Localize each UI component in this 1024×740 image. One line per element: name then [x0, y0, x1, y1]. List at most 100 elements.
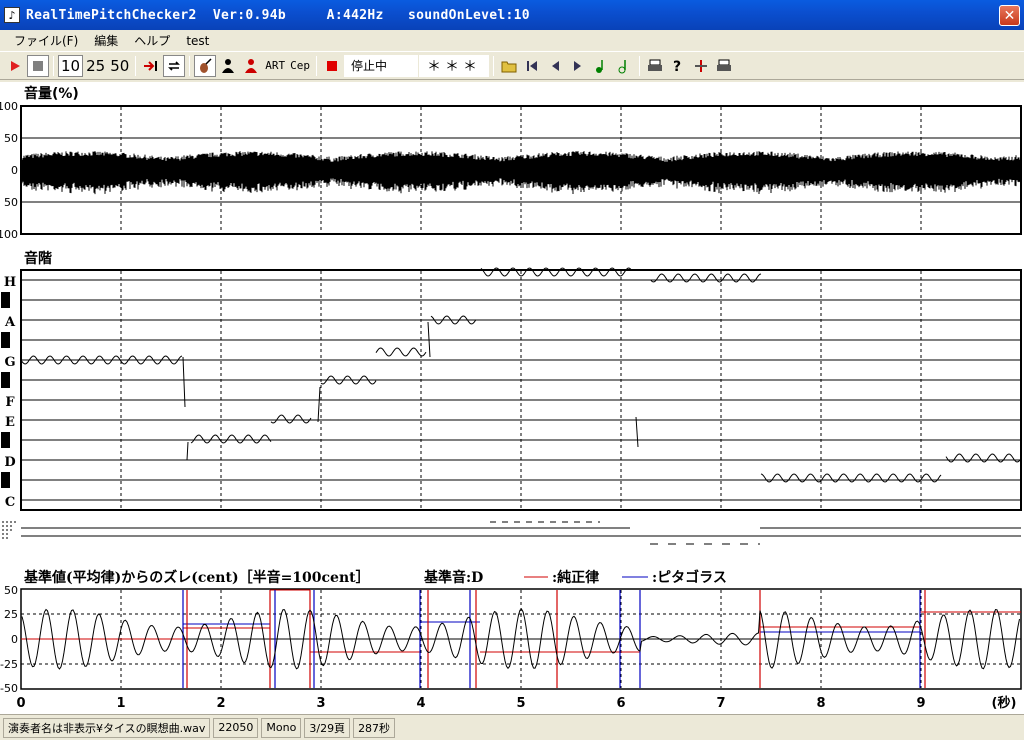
legend-pyth-label: :ピタゴラス — [652, 569, 727, 586]
play-icon — [11, 60, 20, 71]
zoom-50-button[interactable]: 50 — [108, 55, 131, 77]
toolbar-separator — [53, 55, 54, 76]
cep-button[interactable]: Cep — [288, 55, 312, 77]
time-tick: 6 — [616, 696, 625, 711]
status-page: 3/29頁 — [304, 717, 351, 738]
status-field: 停止中 — [344, 54, 419, 77]
menu-file[interactable]: ファイル(F) — [6, 32, 86, 49]
play-button[interactable] — [4, 55, 26, 77]
onset-strip — [0, 512, 1024, 558]
toolbar-separator — [639, 55, 641, 76]
volume-y-labels: 100 50 0 50 100 — [0, 100, 18, 241]
time-tick: 5 — [516, 696, 525, 711]
open-folder-button[interactable] — [498, 55, 520, 77]
scale-plot-frame — [20, 269, 1022, 511]
stop-button[interactable] — [27, 54, 49, 77]
violin-button[interactable] — [194, 54, 217, 77]
volume-y-tick: 50 — [4, 196, 18, 209]
scale-title: 音階 — [24, 250, 52, 267]
time-tick: 2 — [216, 696, 225, 711]
note-label-g: G — [4, 355, 15, 370]
graph-canvas: 音量(%) 100 50 0 50 100 音階 H A G F E D C 基… — [0, 85, 1024, 711]
note-label-h: H — [4, 275, 16, 290]
stop-icon — [33, 60, 43, 71]
deviation-y-tick: 0 — [11, 633, 18, 646]
volume-y-tick: 100 — [0, 100, 18, 113]
volume-title: 音量(%) — [24, 85, 79, 102]
menu-test[interactable]: test — [178, 34, 217, 48]
art-button[interactable]: ART — [263, 55, 287, 77]
music-note-outline-icon — [618, 59, 626, 73]
record-stop-icon — [327, 60, 338, 71]
toolbar-separator — [189, 55, 191, 76]
time-tick: 3 — [316, 696, 325, 711]
black-key — [1, 292, 10, 308]
zoom-25-button[interactable]: 25 — [84, 55, 107, 77]
person-red-button[interactable] — [240, 55, 262, 77]
marker-icon — [695, 59, 708, 72]
status-sample-rate: 22050 — [213, 717, 259, 738]
menu-help[interactable]: ヘルプ — [126, 32, 178, 49]
toolbar-separator — [493, 55, 495, 76]
printer-icon — [648, 59, 663, 71]
status-filename: 演奏者名は非表示¥タイスの瞑想曲.wav — [3, 717, 211, 738]
title-bar: ♪ RealTimePitchChecker2 Ver:0.94b A:442H… — [0, 0, 1024, 30]
deviation-y-tick: 50 — [4, 584, 18, 597]
deviation-y-tick: -50 — [0, 682, 18, 695]
jump-end-button[interactable] — [140, 55, 162, 77]
base-note-label: 基準音:D — [424, 569, 483, 586]
window-title: RealTimePitchChecker2 Ver:0.94b A:442Hz … — [26, 7, 530, 23]
note-label-a: A — [4, 315, 16, 330]
app-icon[interactable]: ♪ — [4, 7, 20, 23]
loop-icon — [168, 60, 181, 71]
status-seconds: 287秒 — [353, 717, 396, 738]
zoom-10-button[interactable]: 10 — [58, 54, 84, 77]
first-button[interactable] — [521, 55, 543, 77]
prev-icon — [552, 60, 560, 71]
time-axis: 0 1 2 3 4 5 6 7 8 9 (秒) — [16, 695, 1016, 711]
person-black-button[interactable] — [217, 55, 239, 77]
note-green-button[interactable] — [590, 55, 612, 77]
help-button[interactable]: ? — [667, 55, 689, 77]
record-button[interactable] — [321, 55, 343, 77]
time-unit: (秒) — [992, 695, 1017, 711]
note-outline-button[interactable] — [613, 55, 635, 77]
loop-button[interactable] — [163, 54, 186, 77]
time-tick: 4 — [416, 696, 425, 711]
status-bar: 演奏者名は非表示¥タイスの瞑想曲.wav 22050 Mono 3/29頁 28… — [0, 714, 1024, 740]
status-channel: Mono — [261, 717, 302, 738]
time-tick: 0 — [16, 696, 25, 711]
marker-button[interactable] — [690, 55, 712, 77]
black-key — [1, 432, 10, 448]
close-icon: ✕ — [1003, 7, 1016, 24]
print2-button[interactable] — [713, 55, 735, 77]
folder-icon — [501, 61, 517, 72]
black-key — [1, 332, 10, 348]
skip-start-icon — [527, 60, 538, 71]
deviation-y-tick: 25 — [4, 608, 18, 621]
person-icon — [222, 58, 235, 73]
volume-y-tick: 0 — [11, 164, 18, 177]
toolbar: 10 25 50 ART Cep 停止中 ＊＊＊ ? — [0, 52, 1024, 80]
music-note-icon — [596, 59, 603, 73]
close-button[interactable]: ✕ — [999, 5, 1020, 26]
time-tick: 1 — [116, 696, 125, 711]
menu-edit[interactable]: 編集 — [86, 32, 126, 49]
next-button[interactable] — [567, 55, 589, 77]
volume-y-tick: 100 — [0, 228, 18, 241]
print-button[interactable] — [644, 55, 666, 77]
toolbar-separator — [135, 55, 137, 76]
legend-just-label: :純正律 — [552, 569, 599, 586]
question-icon: ? — [673, 59, 681, 74]
note-label-e: E — [5, 415, 15, 430]
time-tick: 8 — [816, 696, 825, 711]
violin-icon — [200, 57, 212, 73]
note-label-c: C — [5, 495, 15, 510]
deviation-y-tick: -25 — [0, 658, 18, 671]
person-red-icon — [245, 58, 258, 73]
prev-button[interactable] — [544, 55, 566, 77]
note-label-d: D — [4, 455, 15, 470]
black-key — [1, 472, 10, 488]
note-display-field: ＊＊＊ — [419, 54, 490, 77]
time-tick: 7 — [716, 696, 725, 711]
